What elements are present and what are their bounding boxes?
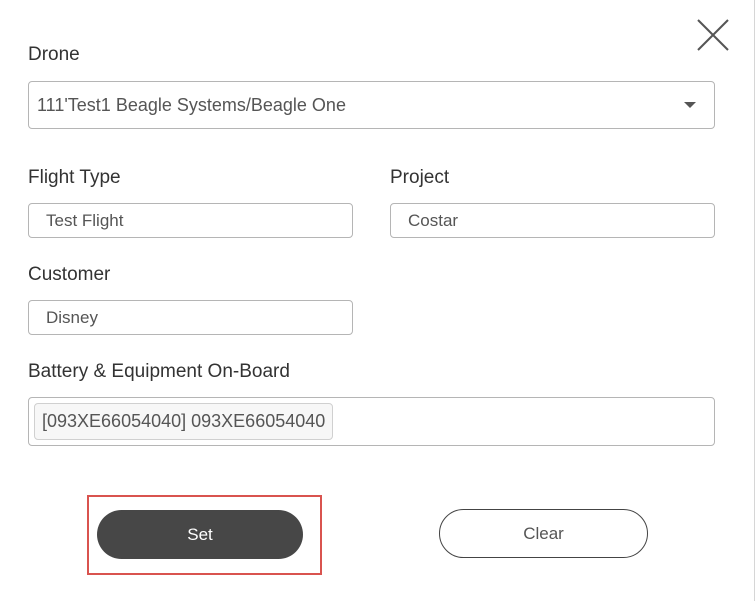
flight-type-field[interactable]: [28, 203, 353, 238]
equipment-multiselect[interactable]: [093XE66054040] 093XE66054040: [28, 397, 715, 446]
set-button[interactable]: Set: [97, 510, 303, 559]
equipment-tag[interactable]: [093XE66054040] 093XE66054040: [34, 403, 334, 440]
customer-label: Customer: [28, 264, 111, 285]
project-label: Project: [390, 167, 450, 188]
clear-button[interactable]: Clear: [439, 509, 648, 558]
flight-settings-modal: Drone 111'Test1 Beagle Systems/Beagle On…: [0, 0, 755, 601]
flight-type-input[interactable]: [29, 210, 352, 231]
project-input[interactable]: [391, 210, 714, 231]
close-button[interactable]: [694, 16, 732, 54]
flight-type-label: Flight Type: [28, 167, 121, 188]
drone-selected-value: 111'Test1 Beagle Systems/Beagle One: [37, 94, 346, 115]
project-field[interactable]: [390, 203, 715, 238]
chevron-down-icon: [684, 102, 696, 108]
customer-input[interactable]: [29, 307, 352, 328]
equipment-label: Battery & Equipment On-Board: [28, 361, 290, 382]
customer-field[interactable]: [28, 300, 353, 335]
drone-label: Drone: [28, 44, 80, 65]
drone-select[interactable]: 111'Test1 Beagle Systems/Beagle One: [28, 81, 715, 129]
close-icon: [697, 19, 729, 51]
